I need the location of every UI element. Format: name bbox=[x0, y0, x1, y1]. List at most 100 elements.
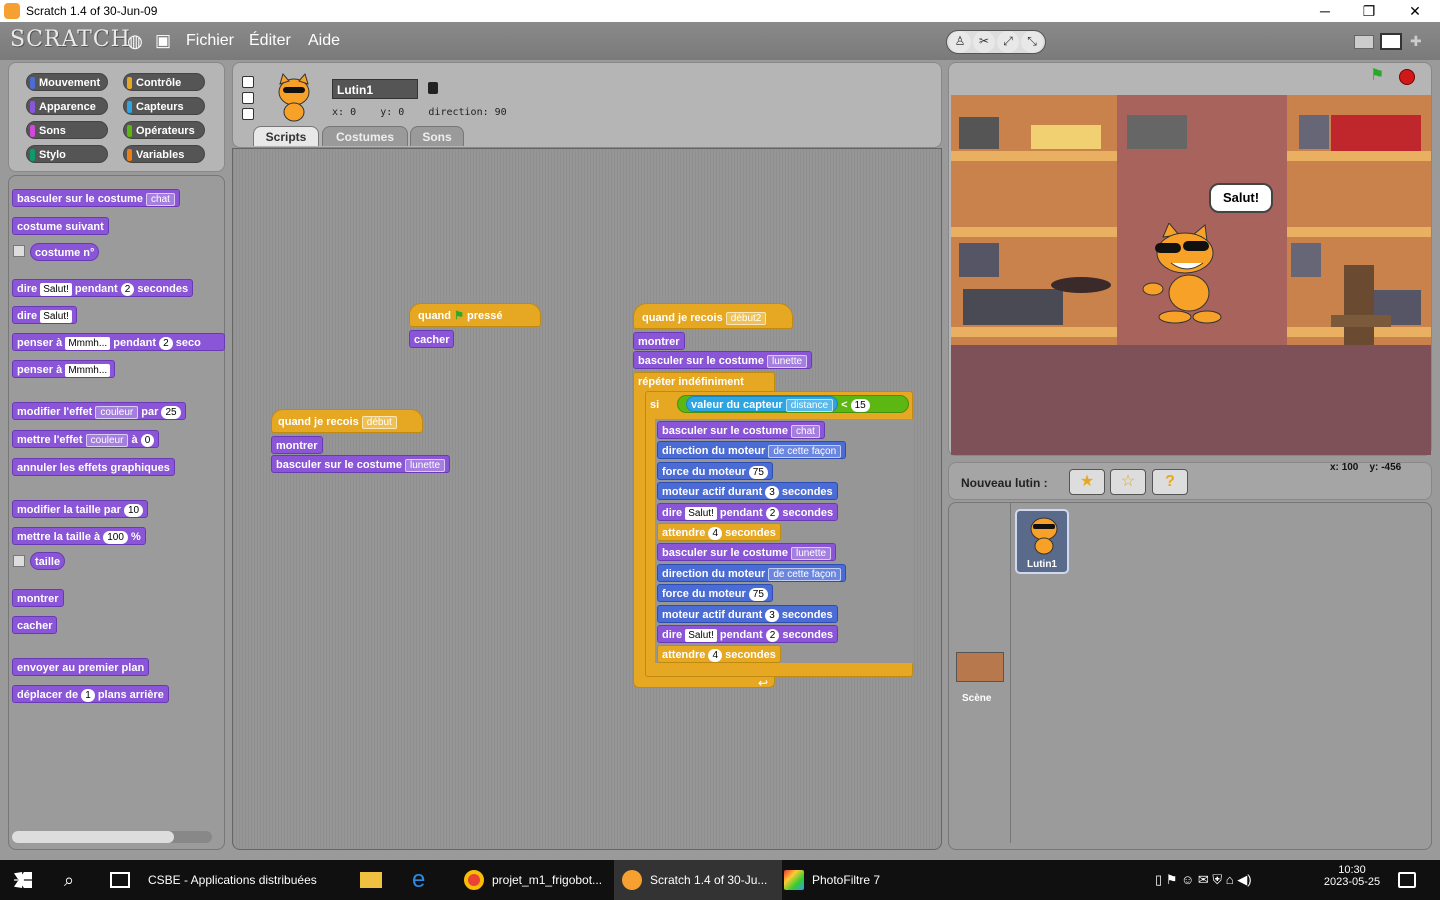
notification-icon[interactable] bbox=[1398, 872, 1416, 888]
normal-stage-icon[interactable] bbox=[1380, 33, 1402, 50]
block-say[interactable]: dire Salut! bbox=[12, 306, 77, 324]
block-costume-num[interactable]: costume n° bbox=[30, 243, 100, 261]
category-1[interactable]: Contrôle bbox=[123, 73, 205, 91]
menu-fichier[interactable]: Fichier bbox=[186, 32, 234, 50]
random-sprite-icon[interactable]: ? bbox=[1152, 469, 1188, 495]
block-think[interactable]: penser à Mmmh... bbox=[12, 360, 116, 378]
block-clear-effects[interactable]: annuler les effets graphiques bbox=[12, 458, 175, 476]
inner-block-2[interactable]: force du moteur 75 bbox=[657, 461, 773, 480]
maximize-button[interactable]: ❐ bbox=[1346, 0, 1392, 22]
hat-when-receive-debut2[interactable]: quand je recois début2 bbox=[633, 303, 793, 329]
taskbar-app-photofiltre[interactable]: PhotoFiltre 7 bbox=[776, 860, 880, 900]
inner-block-0[interactable]: basculer sur le costume chat bbox=[657, 421, 825, 439]
block-change-effect[interactable]: modifier l'effet couleur par 25 bbox=[12, 402, 186, 420]
category-5[interactable]: Opérateurs bbox=[123, 121, 205, 139]
category-0[interactable]: Mouvement bbox=[26, 73, 108, 91]
hat-when-receive-debut[interactable]: quand je recois début bbox=[271, 409, 423, 433]
sensor-value[interactable]: valeur du capteur distance bbox=[686, 396, 839, 412]
category-4[interactable]: Sons bbox=[26, 121, 108, 139]
block-say-for[interactable]: dire Salut! pendant 2 secondes bbox=[12, 279, 194, 297]
inner-block-1[interactable]: direction du moteur de cette façon bbox=[657, 441, 847, 460]
globe-icon[interactable]: ◍ bbox=[124, 31, 146, 53]
inner-block-3[interactable]: moteur actif durant 3 secondes bbox=[657, 482, 838, 501]
no-rotate-icon[interactable] bbox=[242, 108, 254, 120]
stop-icon[interactable] bbox=[1399, 69, 1415, 85]
minimize-button[interactable]: ─ bbox=[1302, 0, 1348, 22]
block-go-back[interactable]: déplacer de 1 plans arrière bbox=[12, 685, 169, 703]
hat-when-flag-clicked[interactable]: quand ⚑ pressé bbox=[409, 303, 541, 327]
inner-block-10[interactable]: dire Salut! pendant 2 secondes bbox=[657, 625, 839, 643]
search-icon[interactable]: ⌕ bbox=[64, 870, 74, 891]
inner-block-4[interactable]: dire Salut! pendant 2 secondes bbox=[657, 502, 839, 521]
file-explorer-icon[interactable] bbox=[360, 860, 382, 900]
inner-block-11[interactable]: attendre 4 secondes bbox=[657, 645, 781, 664]
taskbar-app-chrome[interactable]: projet_m1_frigobot... bbox=[456, 860, 602, 900]
close-button[interactable]: ✕ bbox=[1392, 0, 1438, 22]
tab-scripts[interactable]: Scripts bbox=[253, 126, 319, 146]
delete-icon[interactable]: ✂ bbox=[973, 31, 995, 53]
inner-block-8[interactable]: force du moteur 75 bbox=[657, 584, 773, 603]
taskbar-app-scratch[interactable]: Scratch 1.4 of 30-Ju... bbox=[614, 860, 782, 900]
block-hide[interactable]: cacher bbox=[12, 616, 58, 634]
block-next-costume[interactable]: costume suivant bbox=[12, 217, 109, 235]
block-hide-script[interactable]: cacher bbox=[409, 330, 455, 348]
dd-value[interactable]: chat bbox=[146, 193, 175, 206]
category-7[interactable]: Variables bbox=[123, 145, 205, 163]
block-set-effect[interactable]: mettre l'effet couleur à 0 bbox=[12, 430, 160, 448]
category-2[interactable]: Apparence bbox=[26, 97, 108, 115]
shrink-icon[interactable]: ⤡ bbox=[1021, 31, 1043, 53]
category-3[interactable]: Capteurs bbox=[123, 97, 205, 115]
size-checkbox[interactable] bbox=[13, 555, 25, 567]
save-icon[interactable]: ▣ bbox=[152, 31, 174, 53]
stage-canvas[interactable]: Salut! bbox=[951, 95, 1431, 455]
taskbar-app-csbe[interactable]: CSBE - Applications distribuées bbox=[112, 860, 317, 900]
paint-sprite-icon[interactable]: ★ bbox=[1069, 469, 1105, 495]
tab-sons[interactable]: Sons bbox=[410, 126, 464, 146]
category-label: Stylo bbox=[39, 149, 66, 161]
lock-icon[interactable] bbox=[428, 82, 438, 94]
system-tray-icons[interactable]: ▯ ⚑ ☺ ✉ ⛨ ⌂ ◀) bbox=[1155, 872, 1252, 888]
block-show-script3[interactable]: montrer bbox=[633, 332, 685, 350]
block-switch-costume-script3[interactable]: basculer sur le costume lunette bbox=[633, 351, 813, 369]
rotate-style-icon[interactable] bbox=[242, 76, 254, 88]
grow-icon[interactable]: ⤢ bbox=[997, 31, 1019, 53]
block-switch-costume[interactable]: basculer sur le costume chat bbox=[12, 189, 180, 207]
block-switch-costume-script2[interactable]: basculer sur le costume lunette bbox=[271, 455, 451, 473]
menu-bar: SCRATCH ◍ ▣ Fichier Éditer Aide ♙ ✂ ⤢ ⤡ … bbox=[0, 22, 1440, 60]
green-flag-icon[interactable]: ⚑ bbox=[1370, 68, 1388, 84]
duplicate-icon[interactable]: ♙ bbox=[949, 31, 971, 53]
presentation-icon[interactable]: ✚ bbox=[1410, 34, 1424, 48]
block-go-front[interactable]: envoyer au premier plan bbox=[12, 658, 150, 676]
category-6[interactable]: Stylo bbox=[26, 145, 108, 163]
block-show-script2[interactable]: montrer bbox=[271, 436, 323, 454]
clock[interactable]: 10:30 2023-05-25 bbox=[1322, 864, 1382, 888]
block-think-for[interactable]: penser à Mmmh... pendant 2 seco bbox=[12, 333, 225, 351]
inner-block-9[interactable]: moteur actif durant 3 secondes bbox=[657, 604, 838, 623]
choose-sprite-icon[interactable]: ☆ bbox=[1110, 469, 1146, 495]
category-label: Sons bbox=[39, 125, 66, 137]
block-show[interactable]: montrer bbox=[12, 589, 64, 607]
operator-lt[interactable]: valeur du capteur distance < 15 bbox=[677, 395, 909, 413]
costume-num-checkbox[interactable] bbox=[13, 245, 25, 257]
tab-costumes[interactable]: Costumes bbox=[322, 126, 408, 146]
sprite-tile-lutin1[interactable]: Lutin1 bbox=[1015, 509, 1069, 574]
windows-start-icon[interactable] bbox=[14, 872, 32, 888]
menu-editer[interactable]: Éditer bbox=[249, 32, 291, 50]
block-change-size[interactable]: modifier la taille par 10 bbox=[12, 500, 149, 518]
cat-sprite[interactable] bbox=[1141, 222, 1226, 327]
block-set-size[interactable]: mettre la taille à 100 % bbox=[12, 527, 146, 545]
inner-block-5[interactable]: attendre 4 secondes bbox=[657, 523, 781, 541]
category-color-bar bbox=[30, 77, 35, 89]
flip-style-icon[interactable] bbox=[242, 92, 254, 104]
menu-aide[interactable]: Aide bbox=[308, 32, 340, 50]
edge-icon[interactable]: e bbox=[412, 860, 425, 900]
inner-block-7[interactable]: direction du moteur de cette façon bbox=[657, 563, 847, 582]
block-size[interactable]: taille bbox=[30, 552, 66, 570]
category-label: Apparence bbox=[39, 101, 96, 113]
stage-thumbnail[interactable] bbox=[956, 652, 1004, 682]
category-label: Opérateurs bbox=[136, 125, 195, 137]
inner-block-6[interactable]: basculer sur le costume lunette bbox=[657, 543, 837, 562]
sprite-name-field[interactable]: Lutin1 bbox=[332, 79, 418, 99]
palette-scrollbar[interactable] bbox=[12, 831, 212, 843]
small-stage-icon[interactable] bbox=[1354, 35, 1374, 49]
